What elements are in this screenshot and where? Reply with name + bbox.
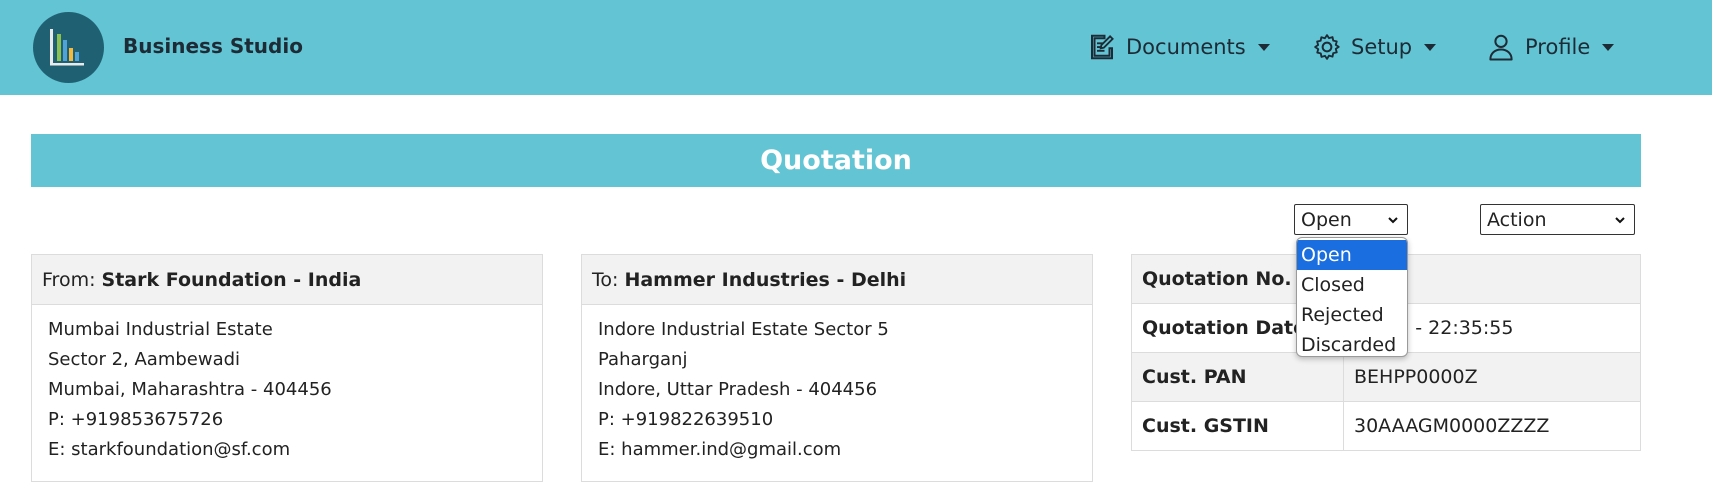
top-navbar: Business Studio Documents Setup Profile	[0, 0, 1712, 95]
gear-icon	[1314, 34, 1340, 60]
detail-label: Cust. GSTIN	[1131, 401, 1344, 451]
nav-setup-label: Setup	[1351, 35, 1413, 59]
address-line: Indore Industrial Estate Sector 5	[598, 319, 889, 340]
status-option-rejected[interactable]: Rejected	[1297, 300, 1407, 330]
nav-profile-label: Profile	[1525, 35, 1591, 59]
address-line: Sector 2, Aambewadi	[48, 349, 241, 370]
status-option-discarded[interactable]: Discarded	[1297, 330, 1407, 356]
from-prefix: From:	[42, 269, 96, 291]
brand-name[interactable]: Business Studio	[123, 34, 303, 58]
address-line: Mumbai, Maharashtra - 404456	[48, 379, 332, 400]
to-address: Indore Industrial Estate Sector 5 Paharg…	[582, 305, 1092, 481]
status-option-closed[interactable]: Closed	[1297, 270, 1407, 300]
status-select[interactable]: Open	[1294, 204, 1408, 235]
chevron-down-icon	[1424, 43, 1437, 51]
email-line: E: hammer.ind@gmail.com	[598, 439, 842, 460]
user-icon	[1489, 34, 1513, 61]
nav-documents[interactable]: Documents	[1087, 30, 1270, 64]
action-select-value: Action	[1487, 208, 1547, 231]
chevron-down-icon	[1388, 217, 1398, 224]
from-company-name: Stark Foundation - India	[101, 269, 362, 291]
address-line: Mumbai Industrial Estate	[48, 319, 273, 340]
to-prefix: To:	[592, 269, 619, 291]
page-title: Quotation	[31, 134, 1641, 187]
status-select-value: Open	[1301, 208, 1352, 231]
phone-line: P: +919853675726	[48, 409, 224, 430]
to-header: To: Hammer Industries - Delhi	[582, 255, 1092, 305]
chevron-down-icon	[1257, 43, 1270, 51]
status-dropdown-list: Open Closed Rejected Discarded	[1296, 237, 1408, 357]
table-row: Cust. PAN BEHPP0000Z	[1131, 352, 1641, 402]
to-address-card: To: Hammer Industries - Delhi Indore Ind…	[581, 254, 1093, 482]
nav-profile[interactable]: Profile	[1486, 30, 1615, 64]
chevron-down-icon	[1602, 43, 1615, 51]
table-row: Cust. GSTIN 30AAAGM0000ZZZZ	[1131, 401, 1641, 451]
detail-value: 30AAAGM0000ZZZZ	[1343, 401, 1641, 451]
bar-chart-logo-icon	[50, 29, 84, 66]
brand-logo[interactable]	[33, 12, 104, 83]
chevron-down-icon	[1615, 217, 1625, 224]
status-option-open[interactable]: Open	[1297, 240, 1407, 270]
detail-label: Cust. PAN	[1131, 352, 1344, 402]
from-address-card: From: Stark Foundation - India Mumbai In…	[31, 254, 543, 482]
address-line: Paharganj	[598, 349, 688, 370]
phone-line: P: +919822639510	[598, 409, 774, 430]
document-edit-icon	[1091, 34, 1114, 60]
address-line: Indore, Uttar Pradesh - 404456	[598, 379, 878, 400]
detail-value: BEHPP0000Z	[1343, 352, 1641, 402]
to-company-name: Hammer Industries - Delhi	[624, 269, 907, 291]
from-address: Mumbai Industrial Estate Sector 2, Aambe…	[32, 305, 542, 481]
nav-setup[interactable]: Setup	[1312, 30, 1437, 64]
email-line: E: starkfoundation@sf.com	[48, 439, 291, 460]
action-select[interactable]: Action	[1480, 204, 1635, 235]
from-header: From: Stark Foundation - India	[32, 255, 542, 305]
nav-documents-label: Documents	[1126, 35, 1246, 59]
